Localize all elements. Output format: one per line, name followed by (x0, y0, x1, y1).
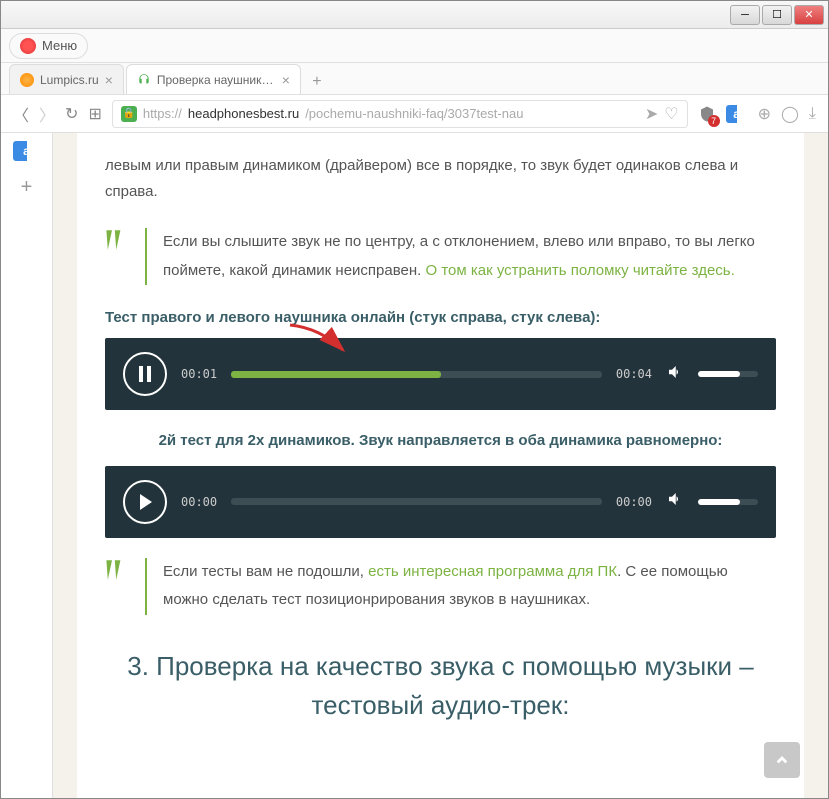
pause-button[interactable] (123, 352, 167, 396)
quote2-link[interactable]: есть интересная программа для ПК (368, 563, 617, 580)
browser-frame: Меню Lumpics.ru × Проверка наушников му … (1, 29, 828, 798)
tab-headphones[interactable]: Проверка наушников му × (126, 64, 301, 94)
close-button[interactable]: ✕ (794, 5, 824, 25)
translate-icon[interactable]: a (726, 105, 748, 123)
window-controls: ─ ☐ ✕ (730, 5, 824, 25)
volume-slider[interactable] (698, 499, 758, 505)
total-time: 00:04 (616, 367, 652, 381)
quote-mark-icon (105, 228, 145, 285)
scroll-to-top-button[interactable] (764, 742, 800, 778)
audio-player-1: 00:01 00:04 (105, 338, 776, 410)
address-bar: 〈 〉 ↻ ⊞ 🔒 https:// headphonesbest.ru/poch… (1, 95, 828, 133)
test1-label: Тест правого и левого наушника онлайн (с… (105, 309, 776, 326)
quote-text: Если тесты вам не подошли, есть интересн… (145, 558, 776, 615)
url-domain: headphonesbest.ru (188, 106, 299, 121)
annotation-arrow-icon (285, 320, 355, 360)
maximize-button[interactable]: ☐ (762, 5, 792, 25)
seek-bar[interactable] (231, 371, 602, 378)
toolbar-icons: a ⊕ ◯ ⤓ (698, 104, 816, 124)
quote-block-1: Если вы слышите звук не по центру, а с о… (105, 228, 776, 285)
opera-menu-button[interactable]: Меню (9, 33, 88, 59)
volume-slider[interactable] (698, 371, 758, 377)
favicon-icon (20, 73, 34, 87)
tab-title: Lumpics.ru (40, 73, 99, 87)
extensions-icon[interactable]: ⊕ (758, 104, 771, 124)
quote2-pre: Если тесты вам не подошли, (163, 563, 368, 580)
page-content: левым или правым динамиком (драйвером) в… (77, 133, 804, 798)
reload-button[interactable]: ↻ (65, 104, 78, 124)
page-viewport[interactable]: левым или правым динамиком (драйвером) в… (53, 133, 828, 798)
send-icon[interactable]: ➤ (645, 104, 658, 124)
profile-icon[interactable]: ◯ (781, 104, 799, 124)
sidebar-add-button[interactable]: + (13, 173, 41, 201)
heart-icon[interactable]: ♡ (664, 104, 678, 124)
seek-fill (231, 371, 440, 378)
total-time: 00:00 (616, 495, 652, 509)
play-button[interactable] (123, 480, 167, 524)
favicon-icon (137, 73, 151, 87)
volume-icon[interactable] (666, 363, 684, 386)
intro-paragraph: левым или правым динамиком (драйвером) в… (105, 153, 776, 204)
quote-block-2: Если тесты вам не подошли, есть интересн… (105, 558, 776, 615)
quote1-link[interactable]: О том как устранить поломку читайте здес… (426, 262, 735, 279)
minimize-button[interactable]: ─ (730, 5, 760, 25)
quote-text: Если вы слышите звук не по центру, а с о… (145, 228, 776, 285)
browser-main: Меню Lumpics.ru × Проверка наушников му … (1, 29, 828, 798)
lock-icon: 🔒 (121, 106, 137, 122)
volume-fill (698, 371, 740, 377)
url-path: /pochemu-naushniki-faq/3037test-nau (305, 106, 523, 121)
back-button[interactable]: 〈 (13, 102, 29, 126)
speed-dial-button[interactable]: ⊞ (88, 104, 101, 124)
translate-sidebar-icon[interactable]: a (13, 141, 41, 161)
browser-window: ─ ☐ ✕ Меню Lumpics.ru × (0, 0, 829, 799)
tab-title: Проверка наушников му (157, 73, 276, 87)
new-tab-button[interactable]: + (303, 70, 331, 94)
current-time: 00:00 (181, 495, 217, 509)
test2-label: 2й тест для 2х динамиков. Звук направляе… (105, 428, 776, 454)
tab-strip: Lumpics.ru × Проверка наушников му × + (1, 63, 828, 95)
sidebar: a + (1, 133, 53, 798)
section-heading-3: 3. Проверка на качество звука с помощью … (105, 647, 776, 725)
menu-label: Меню (42, 38, 77, 53)
forward-button[interactable]: 〉 (39, 102, 55, 126)
seek-bar[interactable] (231, 498, 602, 505)
tab-lumpics[interactable]: Lumpics.ru × (9, 64, 124, 94)
opera-icon (20, 38, 36, 54)
tab-close-icon[interactable]: × (105, 72, 113, 88)
shield-icon[interactable] (698, 105, 716, 123)
url-prefix: https:// (143, 106, 182, 121)
download-icon[interactable]: ⤓ (809, 105, 816, 123)
menu-bar: Меню (1, 29, 828, 63)
volume-icon[interactable] (666, 490, 684, 513)
tab-close-icon[interactable]: × (282, 72, 290, 88)
audio-player-2: 00:00 00:00 (105, 466, 776, 538)
window-titlebar: ─ ☐ ✕ (1, 1, 828, 29)
current-time: 00:01 (181, 367, 217, 381)
volume-fill (698, 499, 740, 505)
url-input[interactable]: 🔒 https:// headphonesbest.ru/pochemu-naus… (112, 100, 688, 128)
quote-mark-icon (105, 558, 145, 615)
